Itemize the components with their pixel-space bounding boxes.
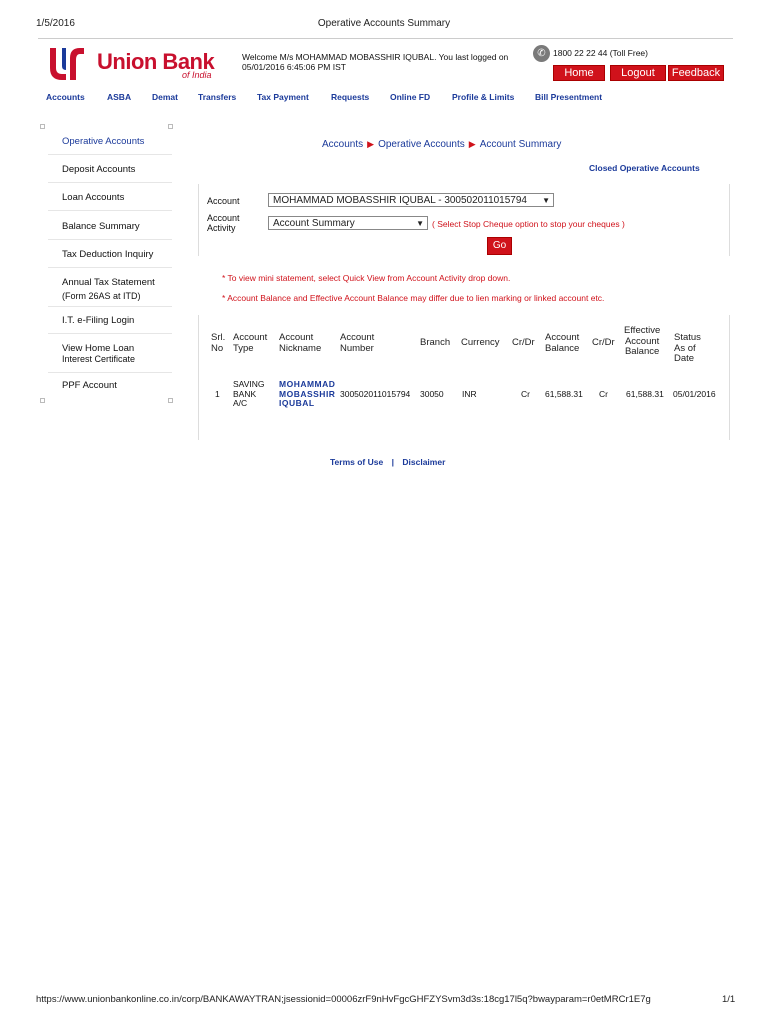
cell-srl: 1 (215, 389, 220, 399)
mini-statement-note: * To view mini statement, select Quick V… (222, 273, 511, 283)
sidebar-item-sublabel: (Form 26AS at ITD) (62, 291, 141, 301)
nav-asba[interactable]: ASBA (107, 92, 131, 102)
sidebar-item-it-efiling-login[interactable]: I.T. e-Filing Login (62, 315, 134, 326)
col-header-currency: Currency (461, 337, 500, 348)
nav-demat[interactable]: Demat (152, 92, 178, 102)
col-header-cr-dr-2: Cr/Dr (592, 337, 615, 348)
col-header-branch: Branch (420, 337, 451, 348)
account-activity-select-value: Account Summary (273, 218, 355, 229)
nav-bill-presentment[interactable]: Bill Presentment (535, 92, 602, 102)
welcome-message: Welcome M/s MOHAMMAD MOBASSHIR IQUBAL. Y… (242, 52, 532, 72)
sidebar-item-label: Annual Tax Statement (62, 277, 155, 288)
welcome-line-1: Welcome M/s MOHAMMAD MOBASSHIR IQUBAL. Y… (242, 52, 509, 62)
closed-operative-accounts-link[interactable]: Closed Operative Accounts (589, 163, 700, 173)
terms-of-use-link[interactable]: Terms of Use (330, 457, 383, 467)
sidebar-item-label: View Home Loan (62, 343, 135, 354)
balance-difference-note: * Account Balance and Effective Account … (222, 293, 605, 303)
breadcrumb-accounts[interactable]: Accounts (322, 139, 363, 150)
breadcrumb-operative-accounts[interactable]: Operative Accounts (378, 139, 465, 150)
account-activity-label-line2: Activity (207, 223, 236, 233)
breadcrumb-arrow-icon: ▶ (468, 139, 476, 149)
cell-currency: INR (462, 389, 477, 399)
account-activity-select[interactable]: Account Summary ▼ (268, 216, 428, 230)
cell-cr-dr: Cr (521, 389, 530, 399)
cell-account-nickname[interactable]: MOHAMMAD MOBASSHIR IQUBAL (279, 379, 335, 409)
disclaimer-link[interactable]: Disclaimer (402, 457, 445, 467)
go-button[interactable]: Go (487, 237, 512, 255)
sidebar-item-annual-tax-statement[interactable]: Annual Tax Statement (Form 26AS at ITD) (62, 277, 155, 302)
nav-requests[interactable]: Requests (331, 92, 369, 102)
col-header-account-balance: Account Balance (545, 332, 580, 354)
welcome-line-2: 05/01/2016 6:45:06 PM IST (242, 62, 346, 72)
chevron-down-icon: ▼ (542, 196, 550, 205)
logout-button[interactable]: Logout (610, 65, 666, 81)
cell-account-type: SAVING BANK A/C (233, 379, 265, 408)
col-header-account-number: Account Number (340, 332, 375, 354)
nav-online-fd[interactable]: Online FD (390, 92, 430, 102)
union-bank-logo-icon (44, 44, 90, 84)
chevron-down-icon: ▼ (416, 219, 424, 228)
col-header-effective-balance: Effective Account Balance (624, 325, 661, 357)
sidebar-item-loan-accounts[interactable]: Loan Accounts (62, 192, 124, 203)
nav-accounts[interactable]: Accounts (46, 92, 85, 102)
nav-tax-payment[interactable]: Tax Payment (257, 92, 309, 102)
cell-status-date: 05/01/2016 (673, 389, 716, 399)
print-page-number: 1/1 (722, 994, 736, 1005)
account-label: Account (207, 196, 240, 206)
cell-account-balance: 61,588.31 (545, 389, 583, 399)
phone-icon: ✆ (533, 45, 550, 62)
breadcrumb-account-summary: Account Summary (479, 139, 562, 150)
footer-links: Terms of Use | Disclaimer (330, 457, 445, 467)
print-url: https://www.unionbankonline.co.in/corp/B… (36, 994, 651, 1005)
feedback-button[interactable]: Feedback (668, 65, 724, 81)
cell-account-number: 300502011015794 (340, 389, 411, 399)
col-header-srl-no: Srl. No (211, 332, 226, 354)
breadcrumb-arrow-icon: ▶ (367, 139, 375, 149)
sidebar-item-home-loan-interest-certificate[interactable]: View Home Loan Interest Certificate (62, 343, 135, 365)
cell-branch: 30050 (420, 389, 444, 399)
col-header-account-nickname: Account Nickname (279, 332, 322, 354)
col-header-cr-dr: Cr/Dr (512, 337, 535, 348)
sidebar-item-ppf-account[interactable]: PPF Account (62, 380, 117, 391)
nav-profile-limits[interactable]: Profile & Limits (452, 92, 514, 102)
footer-separator: | (391, 457, 394, 467)
breadcrumb: Accounts ▶ Operative Accounts ▶ Account Summ… (322, 139, 561, 150)
sidebar-item-sublabel: Interest Certificate (62, 354, 136, 364)
sidebar-item-deposit-accounts[interactable]: Deposit Accounts (62, 164, 135, 175)
sidebar-item-tax-deduction-inquiry[interactable]: Tax Deduction Inquiry (62, 249, 153, 260)
account-activity-label-line1: Account (207, 213, 240, 223)
sidebar-item-operative-accounts[interactable]: Operative Accounts (62, 136, 144, 147)
sidebar: Operative Accounts Deposit Accounts Loan… (40, 124, 174, 403)
print-title: Operative Accounts Summary (317, 18, 451, 29)
cell-cr-dr-2: Cr (599, 389, 608, 399)
account-select-value: MOHAMMAD MOBASSHIR IQUBAL - 300502011015… (273, 195, 527, 206)
account-activity-label: Account Activity (207, 213, 240, 233)
sidebar-item-balance-summary[interactable]: Balance Summary (62, 221, 140, 232)
col-header-status-date: Status As of Date (674, 332, 701, 364)
col-header-account-type: Account Type (233, 332, 268, 354)
nav-transfers[interactable]: Transfers (198, 92, 236, 102)
account-select[interactable]: MOHAMMAD MOBASSHIR IQUBAL - 300502011015… (268, 193, 554, 207)
stop-cheque-hint: ( Select Stop Cheque option to stop your… (432, 219, 625, 229)
toll-free-number: 1800 22 22 44 (Toll Free) (553, 48, 648, 58)
cell-effective-balance: 61,588.31 (626, 389, 664, 399)
home-button[interactable]: Home (553, 65, 605, 81)
brand-sub: of India (182, 70, 212, 80)
